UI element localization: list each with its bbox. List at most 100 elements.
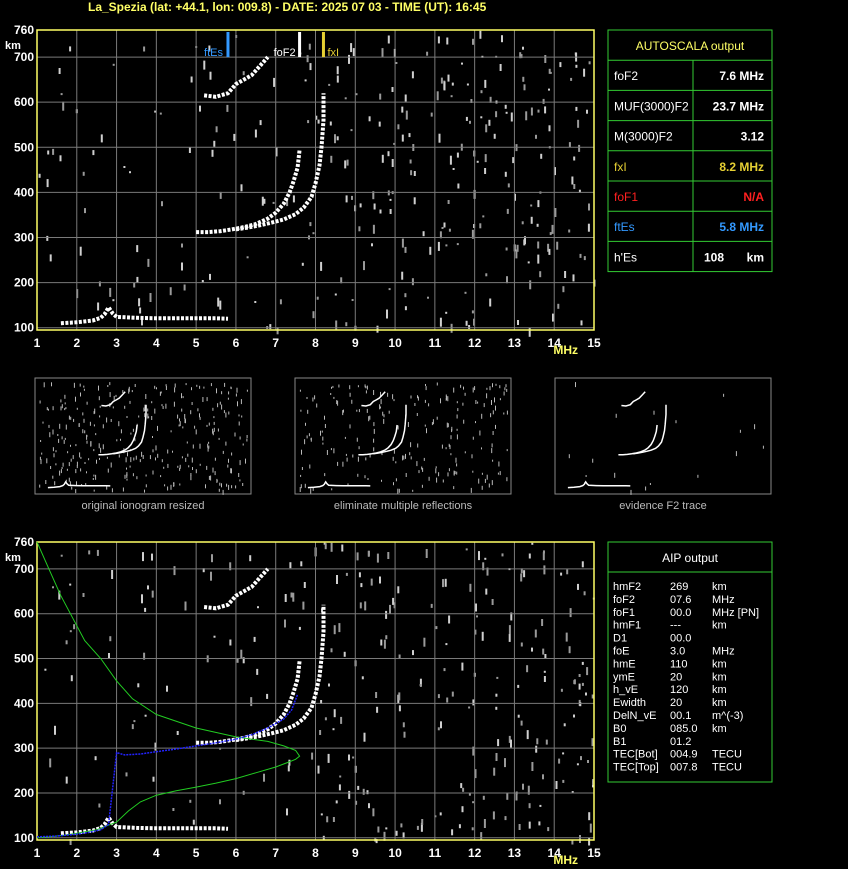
thumbnail-speck [464, 392, 466, 396]
thumbnail-speck [208, 475, 210, 480]
thumbnail-speck [60, 469, 62, 474]
noise-speck [560, 572, 563, 576]
thumbnail-speck [151, 416, 153, 420]
thumbnail-speck [177, 465, 179, 468]
noise-speck [65, 776, 68, 784]
thumbnail-speck [358, 409, 360, 413]
noise-speck [577, 119, 580, 128]
noise-speck [240, 184, 243, 192]
thumbnail-speck [184, 420, 186, 423]
thumbnail-speck [52, 475, 54, 479]
noise-speck [530, 204, 533, 207]
thumbnail-speck [320, 430, 321, 436]
thumbnail-speck [126, 478, 128, 481]
autoscala-value-muf3000f2: 23.7 MHz [713, 99, 764, 113]
aip-value: 00.0 [670, 607, 691, 619]
thumbnail-speck [86, 440, 88, 444]
noise-speck [327, 753, 330, 763]
noise-speck [335, 800, 338, 804]
noise-speck [520, 573, 523, 582]
noise-speck [348, 790, 351, 799]
thumbnail-speck [58, 438, 60, 443]
noise-speck [575, 106, 578, 111]
thumbnail-speck [86, 434, 88, 437]
thumbnail-speck [98, 443, 100, 449]
thumbnail-speck [735, 451, 737, 457]
noise-speck [562, 779, 565, 783]
thumbnail-speck [181, 408, 183, 412]
noise-speck [410, 170, 413, 176]
thumbnail-speck [75, 396, 76, 402]
noise-speck [334, 293, 337, 296]
y-tick-label: 760 [14, 23, 34, 37]
thumbnail-speck [762, 445, 764, 449]
thumbnail-speck [106, 417, 108, 423]
noise-speck [400, 823, 403, 828]
noise-speck [94, 756, 97, 761]
thumbnail-speck [410, 395, 412, 399]
thumbnail-speck [231, 485, 233, 489]
thumbnail-speck [615, 413, 617, 418]
thumbnail-speck [217, 403, 219, 408]
noise-speck [246, 256, 249, 259]
noise-speck [272, 201, 275, 204]
aip-unit: km [712, 581, 727, 593]
noise-speck [52, 148, 55, 155]
thumbnail-speck [226, 483, 228, 487]
thumbnail-speck [410, 442, 412, 448]
thumbnail-speck [300, 484, 302, 489]
noise-speck [226, 104, 229, 112]
noise-speck [355, 93, 358, 96]
aip-name: ymE [613, 671, 635, 683]
noise-speck [557, 303, 560, 309]
noise-speck [284, 619, 286, 628]
noise-speck [448, 228, 451, 232]
thumbnail-speck [239, 436, 241, 440]
thumbnail-speck [179, 483, 181, 486]
thumbnail-speck [332, 385, 334, 388]
noise-speck [425, 549, 428, 558]
thumbnail-speck [129, 465, 131, 468]
thumbnail-speck [481, 447, 482, 450]
thumbnail-speck [221, 391, 223, 395]
thumbnail-speck [100, 447, 102, 453]
thumbnail-speck [492, 410, 494, 415]
autoscala-title: AUTOSCALA output [636, 39, 745, 53]
noise-speck [149, 293, 152, 302]
noise-speck [356, 552, 359, 561]
noise-speck [510, 739, 512, 748]
thumbnail-speck [147, 408, 149, 412]
y-tick-label: 760 [14, 535, 34, 549]
thumbnail-speck [230, 468, 232, 474]
x-tick-label: 5 [193, 846, 200, 860]
thumbnail-speck [453, 486, 455, 490]
thumbnail-speck [43, 382, 45, 388]
noise-speck [588, 837, 591, 846]
noise-speck [359, 203, 362, 208]
aip-value: 3.0 [670, 646, 685, 658]
noise-speck [240, 649, 243, 659]
noise-speck [517, 714, 520, 718]
noise-speck [536, 738, 539, 745]
thumbnail-speck [373, 447, 375, 452]
thumbnail-speck [144, 489, 145, 493]
noise-speck [506, 208, 509, 214]
thumbnail-speck [486, 387, 488, 390]
thumbnail-speck [304, 439, 306, 445]
noise-speck [52, 586, 54, 589]
x-tick-label: 7 [272, 336, 279, 350]
thumbnail-speck [142, 455, 144, 459]
noise-speck [542, 552, 545, 561]
thumbnail-speck [221, 404, 223, 410]
thumbnail-speck [160, 475, 162, 478]
thumbnail-speck [358, 446, 360, 450]
thumbnail-speck [45, 480, 47, 484]
noise-speck [423, 637, 426, 647]
thumbnail-speck [338, 384, 340, 388]
thumb-caption-original: original ionogram resized [81, 500, 205, 512]
thumbnail-speck [357, 456, 359, 462]
thumbnail-speck [73, 382, 75, 388]
thumbnail-speck [435, 468, 437, 474]
thumbnail-speck [210, 475, 212, 481]
noise-speck [437, 694, 440, 699]
